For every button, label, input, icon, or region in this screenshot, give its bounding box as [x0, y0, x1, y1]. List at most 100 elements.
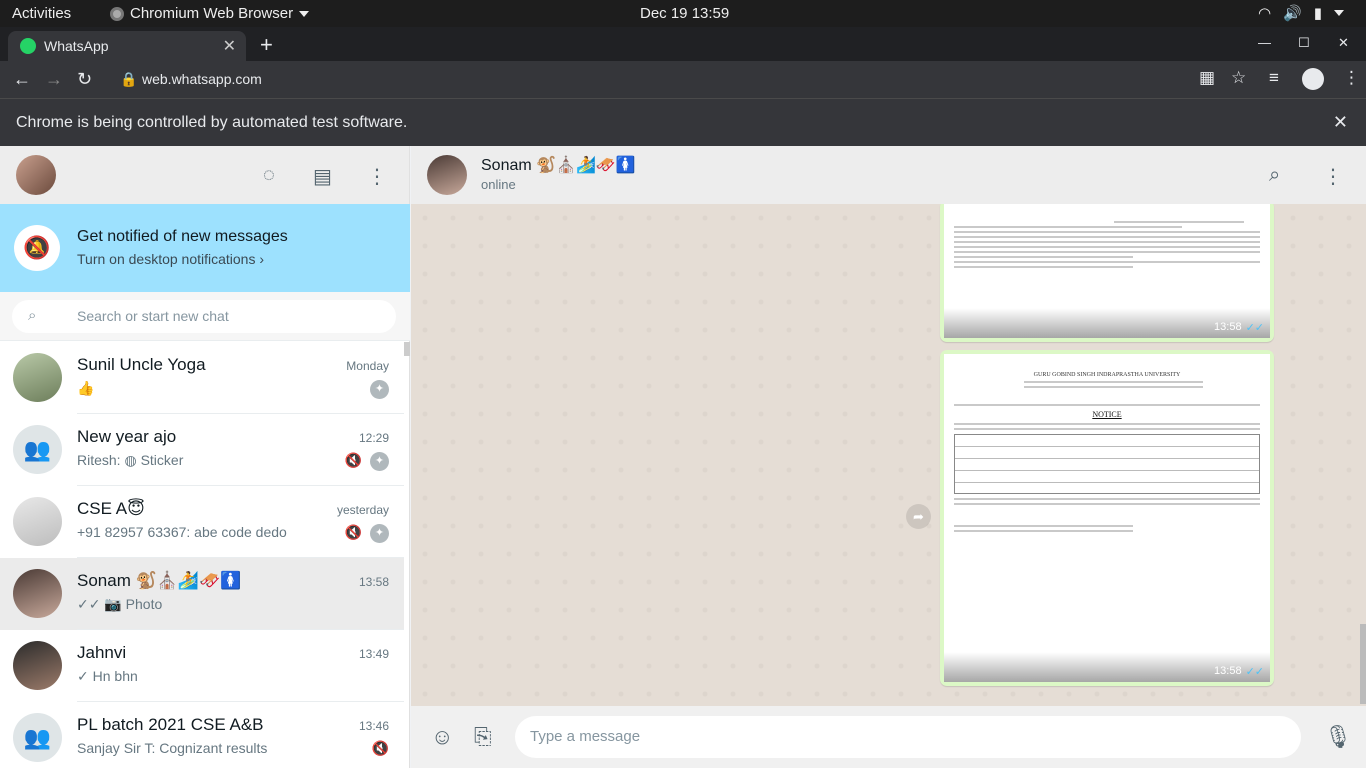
read-ticks-icon: ✓✓ [1245, 322, 1264, 334]
group-avatar-icon: 👥 [13, 713, 62, 762]
system-top-bar: Activities Chromium Web Browser Dec 19 1… [0, 0, 1366, 27]
sidebar-header: ◌ ▤ ⋮ [0, 146, 409, 204]
tab-strip: WhatsApp ✕ + — ☐ ✕ [0, 27, 1366, 61]
chevron-down-icon [1334, 10, 1344, 16]
search-icon[interactable]: ⌕ [1269, 164, 1280, 187]
new-chat-icon[interactable]: ▤ [313, 164, 332, 189]
enable-notifications-link[interactable]: Turn on desktop notifications › [77, 251, 264, 267]
document-photo[interactable]: GURU GOBIND SINGH INDRAPRASTHA UNIVERSIT… [944, 354, 1270, 682]
minimize-button[interactable]: — [1258, 35, 1271, 50]
chat-last-message: 👍 [77, 380, 95, 396]
read-ticks-icon: ✓✓ [1245, 666, 1264, 678]
bookmark-star-icon[interactable]: ☆ [1231, 68, 1246, 88]
chat-name: PL batch 2021 CSE A&B [77, 715, 264, 734]
new-tab-button[interactable]: + [260, 32, 273, 58]
contact-status: online [481, 177, 516, 192]
wifi-icon: ◠ [1257, 5, 1272, 22]
maximize-button[interactable]: ☐ [1298, 35, 1310, 51]
chat-time: 13:58 [358, 575, 389, 589]
system-tray[interactable]: ◠ 🔊 ▮ [1258, 4, 1344, 22]
pin-icon: ✦ [370, 524, 389, 543]
chat-last-message: +91 82957 63367: abe code dedo [77, 524, 287, 540]
chat-name: Sonam 🐒⛪🏄🛷🚺 [77, 571, 242, 590]
chat-item[interactable]: Jahnvi 13:49 ✓ Hn bhn [0, 630, 404, 702]
pin-icon: ✦ [370, 380, 389, 399]
chat-item[interactable]: 👥 New year ajo 12:29 Ritesh: ◍ Sticker 🔇… [0, 414, 404, 486]
avatar [13, 497, 62, 546]
chat-name: New year ajo [77, 427, 177, 446]
document-photo[interactable] [944, 204, 1270, 338]
my-avatar[interactable] [16, 155, 56, 195]
chevron-down-icon [299, 10, 310, 17]
app-menu[interactable]: Chromium Web Browser [110, 5, 310, 22]
chat-item[interactable]: CSE A😇 yesterday +91 82957 63367: abe co… [0, 486, 404, 558]
clock[interactable]: Dec 19 13:59 [640, 5, 729, 22]
chat-item[interactable]: Sunil Uncle Yoga Monday 👍 ✦ [0, 342, 404, 414]
bell-off-icon: 🔕 [14, 225, 60, 271]
chat-item[interactable]: 👥 PL batch 2021 CSE A&B 13:46 Sanjay Sir… [0, 702, 404, 768]
muted-icon: 🔇 [344, 524, 362, 540]
qr-code-icon[interactable]: ▦ [1199, 68, 1215, 88]
url-text: web.whatsapp.com [142, 71, 262, 87]
tab-whatsapp[interactable]: WhatsApp ✕ [8, 31, 246, 61]
message-scrollbar[interactable] [1360, 624, 1366, 704]
automation-infobar: Chrome is being controlled by automated … [0, 98, 1366, 146]
chat-name: Jahnvi [77, 643, 127, 662]
address-bar[interactable]: 🔒 web.whatsapp.com [108, 65, 1258, 94]
conversation-header[interactable]: Sonam 🐒⛪🏄🛷🚺 online ⌕ ⋮ [411, 146, 1366, 204]
chat-last-message: Ritesh: ◍ Sticker [77, 452, 184, 468]
media-controls-icon[interactable]: ≡ [1269, 68, 1279, 88]
kebab-menu-icon[interactable]: ⋮ [367, 164, 387, 189]
avatar [13, 569, 62, 618]
image-message[interactable]: 13:58 ✓✓ [940, 204, 1274, 342]
chat-last-message: Sanjay Sir T: Cognizant results [77, 740, 268, 756]
kebab-menu-icon[interactable]: ⋮ [1323, 164, 1343, 189]
activities-button[interactable]: Activities [12, 5, 71, 22]
search-input[interactable]: ⌕ Search or start new chat [12, 300, 396, 333]
message-time: 13:58 [1214, 665, 1242, 677]
search-placeholder: Search or start new chat [77, 308, 229, 324]
chat-last-message: ✓✓ 📷 Photo [77, 596, 163, 612]
infobar-message: Chrome is being controlled by automated … [16, 114, 408, 131]
image-message[interactable]: GURU GOBIND SINGH INDRAPRASTHA UNIVERSIT… [940, 350, 1274, 686]
chat-time: Monday [346, 359, 389, 373]
search-bar: ⌕ Search or start new chat [0, 292, 410, 341]
microphone-icon[interactable]: 🎙 [1324, 724, 1352, 750]
volume-icon: 🔊 [1283, 5, 1302, 22]
close-window-button[interactable]: ✕ [1338, 35, 1349, 51]
muted-icon: 🔇 [371, 740, 389, 756]
back-button[interactable]: ← [13, 69, 31, 90]
tab-title: WhatsApp [44, 38, 109, 54]
status-icon[interactable]: ◌ [263, 164, 275, 187]
app-name: Chromium Web Browser [130, 5, 294, 22]
notification-banner[interactable]: 🔕 Get notified of new messages Turn on d… [0, 204, 410, 292]
lock-icon[interactable]: 🔒 [120, 71, 137, 88]
reload-button[interactable]: ↻ [77, 69, 92, 90]
chat-item[interactable]: Sonam 🐒⛪🏄🛷🚺 13:58 ✓✓ 📷 Photo [0, 558, 404, 630]
contact-avatar[interactable] [427, 155, 467, 195]
chat-time: 13:49 [358, 647, 389, 661]
group-avatar-icon: 👥 [13, 425, 62, 474]
close-icon[interactable]: ✕ [1333, 112, 1348, 133]
chat-list-scrollbar[interactable] [404, 342, 410, 356]
attach-icon[interactable]: ⎘ [474, 724, 492, 750]
emoji-icon[interactable]: ☺ [431, 724, 453, 750]
contact-name: Sonam 🐒⛪🏄🛷🚺 [481, 157, 636, 174]
chat-time: 13:46 [358, 719, 389, 733]
battery-icon: ▮ [1313, 5, 1322, 22]
doc-header: GURU GOBIND SINGH INDRAPRASTHA UNIVERSIT… [1033, 372, 1181, 378]
notify-title: Get notified of new messages [77, 228, 288, 245]
close-tab-icon[interactable]: ✕ [223, 36, 236, 56]
avatar [13, 641, 62, 690]
conversation-pane: Sonam 🐒⛪🏄🛷🚺 online ⌕ ⋮ 13:58 ✓✓ GURU GOB… [411, 146, 1366, 768]
message-area: 13:58 ✓✓ GURU GOBIND SINGH INDRAPRASTHA … [411, 204, 1366, 706]
forward-button[interactable]: → [45, 69, 63, 90]
search-icon: ⌕ [28, 307, 37, 324]
profile-avatar[interactable] [1302, 68, 1324, 90]
kebab-menu-icon[interactable]: ⋮ [1343, 68, 1360, 88]
chat-last-message: ✓ Hn bhn [77, 668, 138, 684]
composer-bar: ☺ ⎘ Type a message 🎙 [411, 706, 1366, 768]
message-input[interactable]: Type a message [515, 716, 1301, 758]
chat-time: yesterday [336, 503, 389, 517]
forward-icon[interactable]: ➦ [906, 504, 931, 529]
